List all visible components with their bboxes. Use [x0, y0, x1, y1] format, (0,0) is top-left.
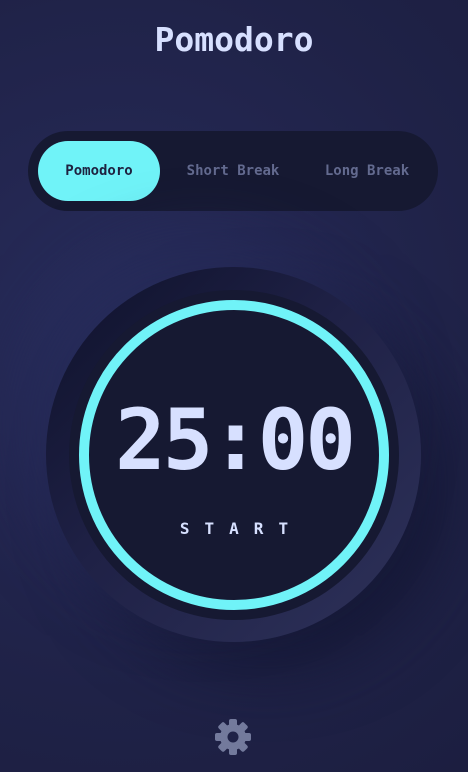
app-title: Pomodoro: [154, 20, 314, 59]
settings-button[interactable]: [214, 718, 252, 756]
gear-icon: [215, 719, 251, 755]
tab-short-break[interactable]: Short Break: [168, 141, 298, 201]
mode-switcher: Pomodoro Short Break Long Break: [28, 131, 438, 211]
tab-long-break[interactable]: Long Break: [306, 141, 428, 201]
start-button[interactable]: START: [134, 514, 334, 544]
tab-pomodoro[interactable]: Pomodoro: [38, 141, 160, 201]
time-display: 25:00: [115, 391, 356, 489]
